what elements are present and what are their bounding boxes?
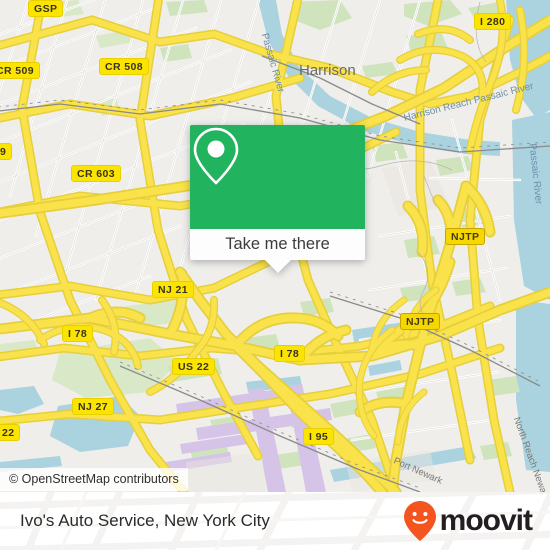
map-canvas[interactable]: .w { fill:#aad3df; } .gr { fill:#cfe3bd;… — [0, 0, 550, 492]
moovit-smiley-pin-icon — [403, 501, 436, 541]
route-shield-22[interactable]: 22 — [0, 424, 21, 441]
route-shield-nj-27[interactable]: NJ 27 — [72, 398, 115, 415]
callout-pointer-tail — [265, 260, 291, 273]
route-shield-njtp-north[interactable]: NJTP — [445, 228, 486, 245]
route-shield-i-95[interactable]: I 95 — [303, 428, 335, 445]
route-shield-i-78-west[interactable]: I 78 — [62, 325, 94, 342]
route-shield-cr-508[interactable]: CR 508 — [99, 58, 150, 75]
route-shield-i-280[interactable]: I 280 — [474, 13, 512, 30]
route-shield-us-22[interactable]: US 22 — [172, 358, 216, 375]
map-attribution[interactable]: © OpenStreetMap contributors — [0, 468, 188, 491]
location-callout-card[interactable]: Take me there — [190, 125, 365, 273]
route-shield-9[interactable]: 9 — [0, 143, 13, 160]
location-title: Ivo's Auto Service, New York City — [20, 511, 270, 530]
route-shield-nj-21[interactable]: NJ 21 — [152, 281, 195, 298]
moovit-brand-logo[interactable]: moovit — [403, 500, 533, 542]
moovit-wordmark: moovit — [439, 504, 533, 537]
route-shield-cr-603[interactable]: CR 603 — [71, 165, 122, 182]
footer-bar: Ivo's Auto Service, New York City moovit — [0, 492, 550, 550]
location-pin-icon — [193, 127, 239, 185]
map-screenshot: .w { fill:#aad3df; } .gr { fill:#cfe3bd;… — [0, 0, 550, 550]
route-shield-i-78-east[interactable]: I 78 — [274, 345, 306, 362]
route-shield-gsp[interactable]: GSP — [28, 0, 64, 17]
take-me-there-button[interactable]: Take me there — [190, 229, 365, 260]
route-shield-njtp-south[interactable]: NJTP — [400, 313, 441, 330]
route-shield-cr-509[interactable]: CR 509 — [0, 62, 41, 79]
take-me-there-label: Take me there — [225, 235, 330, 253]
place-label-harrison: Harrison — [299, 62, 356, 79]
callout-header — [190, 125, 365, 229]
